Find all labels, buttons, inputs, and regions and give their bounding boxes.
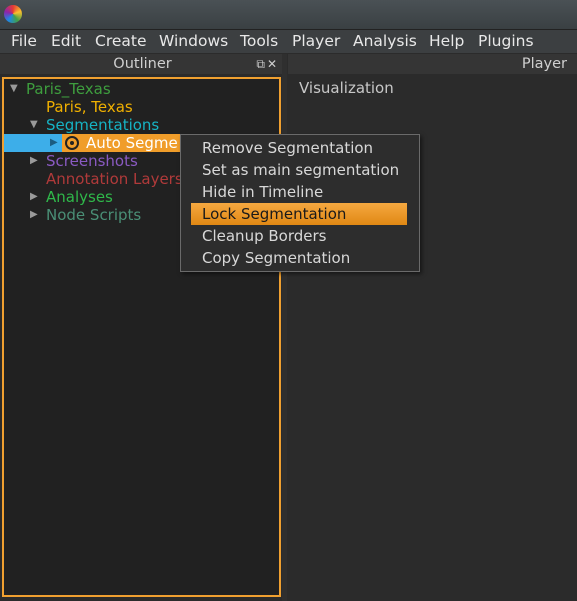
tree-item-label: Paris, Texas [46,98,133,116]
visualization-label: Visualization [299,79,394,97]
menu-player[interactable]: Player [292,32,340,50]
expanded-arrow-icon[interactable]: ▼ [30,116,40,134]
menu-item-copy-segmentation[interactable]: Copy Segmentation [191,247,407,269]
tree-item-label: Annotation Layers [46,170,183,188]
auto-segmentation-box[interactable]: Auto Segme [62,134,182,152]
menu-create[interactable]: Create [95,32,147,50]
menu-item-hide-in-timeline[interactable]: Hide in Timeline [191,181,407,203]
menu-plugins[interactable]: Plugins [478,32,534,50]
menu-item-lock-segmentation[interactable]: Lock Segmentation [191,203,407,225]
collapsed-arrow-icon[interactable]: ▶ [50,134,60,152]
menu-item-set-main-segmentation[interactable]: Set as main segmentation [191,159,407,181]
outliner-title: Outliner [113,56,172,72]
player-title: Player [521,56,567,72]
expanded-arrow-icon[interactable]: ▼ [10,80,20,98]
context-menu: Remove Segmentation Set as main segmenta… [180,134,420,272]
menu-bar: File Edit Create Windows Tools Player An… [0,30,577,53]
app-logo-icon [4,5,22,23]
outliner-header: Outliner ⧉✕ [0,54,285,74]
tree-item-label: Segmentations [46,116,160,134]
menu-windows[interactable]: Windows [159,32,228,50]
title-bar [0,0,577,30]
tree-item-label: Screenshots [46,152,138,170]
menu-analysis[interactable]: Analysis [353,32,417,50]
tree-item-label: Paris_Texas [26,80,111,98]
menu-edit[interactable]: Edit [51,32,81,50]
collapsed-arrow-icon[interactable]: ▶ [30,188,40,206]
player-header: Player [288,54,577,74]
tree-item-label: Analyses [46,188,113,206]
tree-item-label: Node Scripts [46,206,142,224]
menu-item-cleanup-borders[interactable]: Cleanup Borders [191,225,407,247]
collapsed-arrow-icon[interactable]: ▶ [30,206,40,224]
float-panel-icon[interactable]: ⧉ [256,57,267,71]
collapsed-arrow-icon[interactable]: ▶ [30,152,40,170]
target-icon [65,136,79,150]
close-panel-icon[interactable]: ✕ [267,57,279,71]
menu-item-remove-segmentation[interactable]: Remove Segmentation [191,137,407,159]
menu-tools[interactable]: Tools [240,32,278,50]
menu-help[interactable]: Help [429,32,464,50]
tree-item-label: Auto Segme [86,134,178,152]
menu-file[interactable]: File [11,32,37,50]
